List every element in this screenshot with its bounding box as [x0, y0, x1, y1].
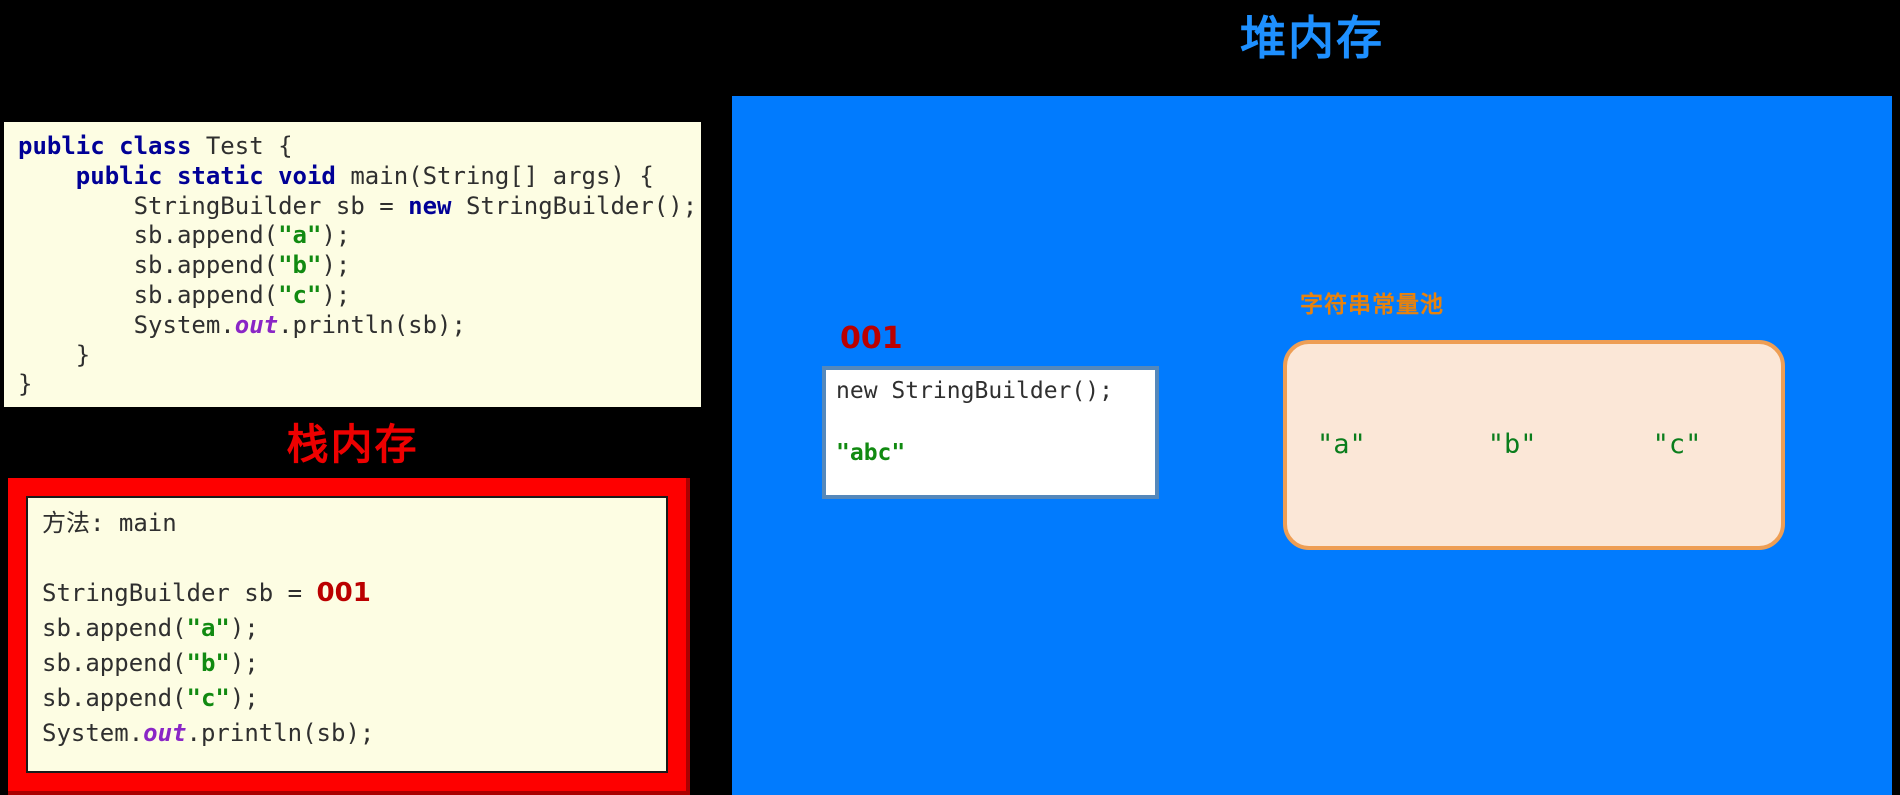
code-literal-c: "c" — [278, 280, 322, 309]
stack-literal-a: "a" — [186, 614, 230, 642]
heap-memory-panel: 001 new StringBuilder(); "abc" 字符串常量池 "a… — [732, 96, 1892, 795]
code-literal-a: "a" — [278, 221, 322, 250]
stack-field-out: out — [143, 719, 187, 747]
heap-object-address-label: 001 — [840, 321, 903, 356]
stack-memory-title: 栈内存 — [286, 420, 419, 469]
stack-method-label: 方法: main — [42, 509, 177, 537]
heap-object-line-value: "abc" — [836, 440, 906, 466]
pool-item-a: "a" — [1317, 429, 1366, 460]
stack-variable-decl: StringBuilder sb = — [42, 579, 317, 607]
source-code-panel: public class Test { public static void m… — [4, 122, 701, 407]
code-field-out: out — [234, 310, 279, 339]
code-kw-public-1: public class — [18, 132, 192, 160]
code-literal-b: "b" — [278, 251, 322, 280]
string-constant-pool-title: 字符串常量池 — [1300, 292, 1444, 318]
string-constant-pool-items: "a" "b" "c" — [1287, 344, 1781, 546]
stack-frame-content: 方法: main StringBuilder sb = 001 sb.appen… — [26, 496, 668, 773]
string-constant-pool-box: "a" "b" "c" — [1283, 340, 1785, 550]
code-kw-public-static-void: public static void — [75, 161, 336, 190]
heap-object-box: new StringBuilder(); "abc" — [822, 366, 1159, 499]
heap-memory-title: 堆内存 — [1240, 11, 1384, 65]
stack-frame-box: 方法: main StringBuilder sb = 001 sb.appen… — [8, 478, 690, 795]
heap-object-line-constructor: new StringBuilder(); — [836, 378, 1113, 404]
code-kw-new: new — [408, 191, 452, 220]
pool-item-b: "b" — [1487, 429, 1537, 460]
stack-literal-b: "b" — [186, 649, 230, 677]
pool-item-c: "c" — [1652, 429, 1702, 460]
stack-literal-c: "c" — [186, 684, 230, 712]
stack-variable-value: 001 — [316, 578, 371, 608]
